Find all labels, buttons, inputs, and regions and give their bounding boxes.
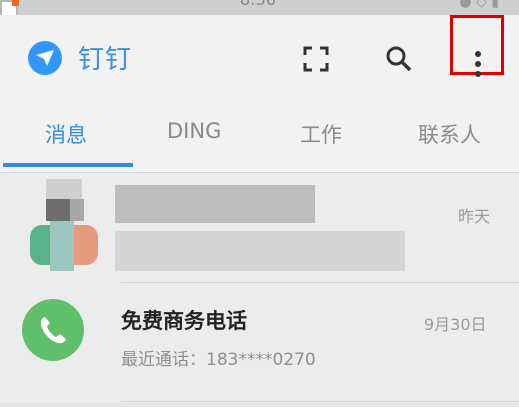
- conversation-row[interactable]: 昨天: [0, 173, 519, 283]
- scan-icon: [303, 46, 329, 72]
- tab-contacts[interactable]: 联系人: [418, 119, 481, 149]
- row-divider: [121, 401, 519, 402]
- search-icon: [386, 46, 412, 72]
- tab-ding[interactable]: DING: [167, 119, 221, 143]
- blurred-avatar: [30, 179, 102, 275]
- blurred-preview: [115, 231, 405, 271]
- conversation-row[interactable]: 免费商务电话 最近通话：183****0270 9月30日: [0, 283, 519, 403]
- conversation-time: 9月30日: [424, 315, 487, 334]
- more-options-button[interactable]: [450, 15, 504, 77]
- app-title: 钉钉: [78, 45, 133, 75]
- search-button[interactable]: [383, 43, 415, 75]
- conversation-name: 免费商务电话: [121, 309, 247, 333]
- tab-work[interactable]: 工作: [300, 119, 342, 149]
- status-icons: ● ◇ ▮: [459, 0, 499, 10]
- scan-button[interactable]: [300, 43, 332, 75]
- tab-messages[interactable]: 消息: [45, 119, 87, 149]
- phone-avatar: [22, 299, 84, 361]
- status-time: 8:56: [240, 0, 276, 9]
- status-bar: 8:56 ● ◇ ▮: [0, 0, 519, 15]
- phone-icon: [40, 317, 66, 344]
- conversation-time: 昨天: [458, 207, 491, 226]
- tab-bar: 消息 DING 工作 联系人: [0, 95, 519, 173]
- app-bar: 钉钉: [0, 15, 519, 95]
- dingtalk-logo-icon: [28, 41, 62, 75]
- conversation-preview: 最近通话：183****0270: [121, 350, 316, 370]
- blurred-name: [115, 185, 315, 223]
- tab-indicator: [3, 163, 133, 167]
